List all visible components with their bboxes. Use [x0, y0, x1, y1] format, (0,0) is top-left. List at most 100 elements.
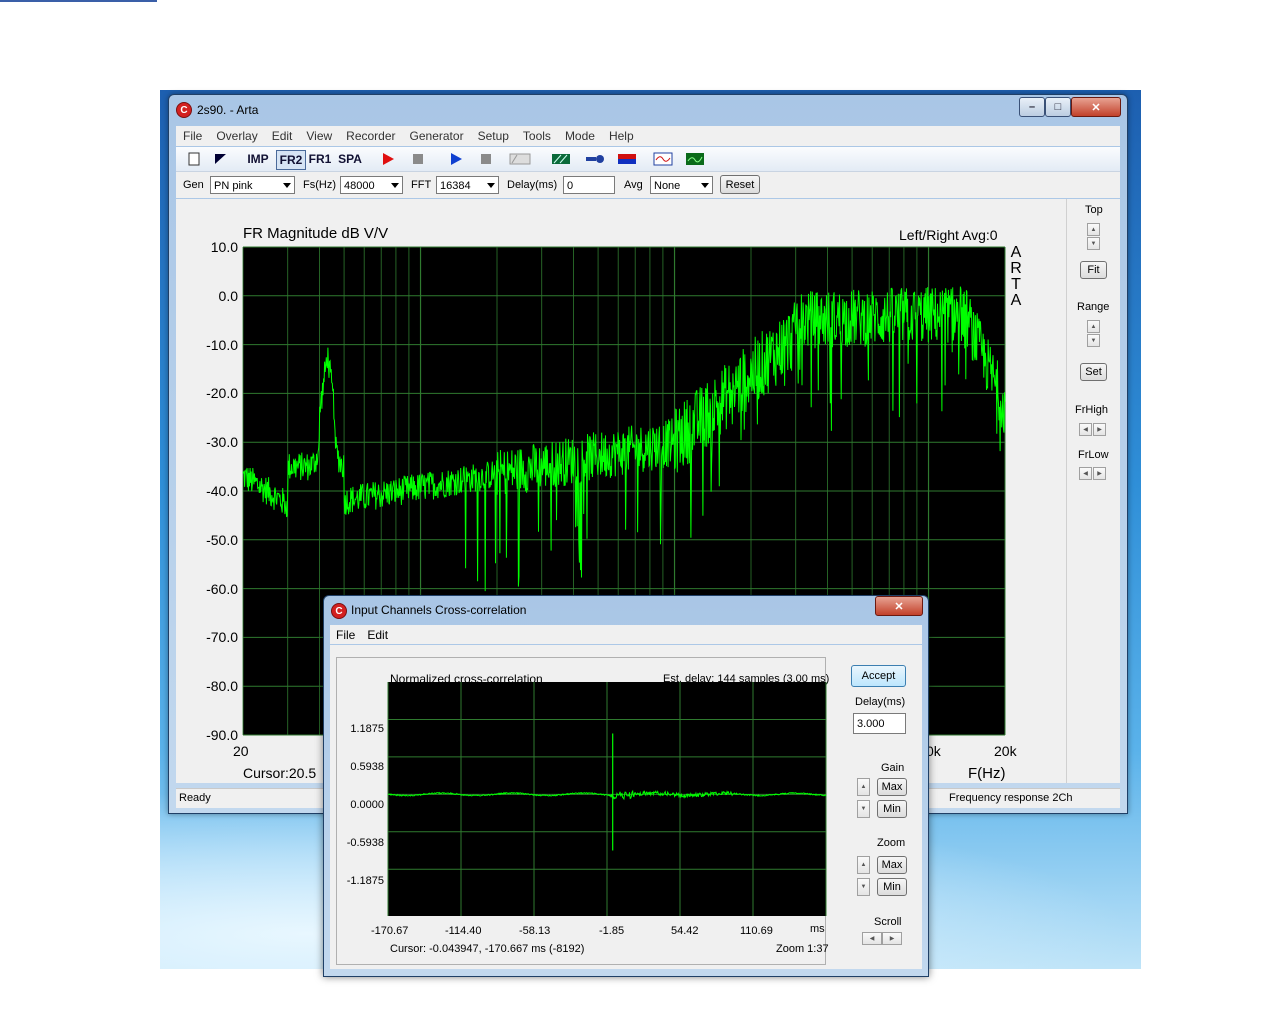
- meter-icon[interactable]: [616, 150, 638, 168]
- frhigh-label: FrHigh: [1075, 404, 1109, 416]
- menu-help[interactable]: Help: [602, 129, 641, 143]
- open-icon[interactable]: [212, 150, 228, 168]
- scroll-right-arrow-icon[interactable]: ▶: [882, 932, 902, 945]
- xc-y-tick-3: 0.0000: [350, 799, 384, 811]
- y-tick-0: 0.0: [218, 288, 238, 304]
- avg-label: Avg: [624, 179, 643, 191]
- range-up-arrow-icon[interactable]: ▲: [1087, 320, 1100, 333]
- y-tick-m40: -40.0: [206, 483, 238, 499]
- watermark-r: R: [1010, 260, 1022, 277]
- watermark-a2: A: [1010, 292, 1022, 309]
- menu-mode[interactable]: Mode: [558, 129, 602, 143]
- fs-select[interactable]: 48000: [340, 176, 403, 194]
- oscilloscope-icon[interactable]: [652, 150, 674, 168]
- probe-icon[interactable]: [584, 150, 606, 168]
- y-tick-m30: -30.0: [206, 434, 238, 450]
- menu-view[interactable]: View: [299, 129, 339, 143]
- gen-value: PN pink: [214, 180, 253, 192]
- dialog-menu-bar: File Edit: [330, 625, 922, 644]
- side-panel: Top ▲ ▼ Fit Range ▲ ▼ Set FrHigh ◀ ▶ FrL…: [1066, 199, 1121, 783]
- fft-select[interactable]: 16384: [436, 176, 499, 194]
- y-tick-m70: -70.0: [206, 629, 238, 645]
- spa-button[interactable]: SPA: [338, 150, 362, 168]
- app-icon: C: [176, 102, 192, 118]
- gain-down-arrow-icon[interactable]: ▼: [857, 800, 870, 818]
- hatch-icon[interactable]: [550, 150, 572, 168]
- menu-file[interactable]: File: [176, 129, 209, 143]
- close-button[interactable]: ✕: [1071, 97, 1121, 117]
- new-file-icon[interactable]: [186, 150, 202, 168]
- imp-button[interactable]: IMP: [246, 150, 270, 168]
- menu-tools[interactable]: Tools: [516, 129, 558, 143]
- x-axis-label: F(Hz): [968, 765, 1006, 782]
- fit-button[interactable]: Fit: [1080, 261, 1107, 279]
- set-button[interactable]: Set: [1080, 363, 1107, 381]
- generator-play-icon[interactable]: [448, 150, 464, 168]
- window-title: 2s90. - Arta: [197, 103, 259, 117]
- fs-label: Fs(Hz): [303, 179, 336, 191]
- avg-select[interactable]: None: [650, 176, 713, 194]
- status-mode: Frequency response 2Ch: [949, 792, 1073, 804]
- dialog-close-button[interactable]: ✕: [875, 596, 923, 616]
- dialog-menu-edit[interactable]: Edit: [361, 628, 394, 642]
- gain-label: Gain: [881, 762, 905, 774]
- watermark-t: T: [1011, 276, 1021, 293]
- scroll-left-arrow-icon[interactable]: ◀: [862, 932, 882, 945]
- xc-y-tick-4: -0.5938: [346, 837, 384, 849]
- frlow-left-arrow-icon[interactable]: ◀: [1079, 467, 1092, 480]
- zoom-down-arrow-icon[interactable]: ▼: [857, 878, 870, 896]
- dialog-delay-input[interactable]: 3.000: [853, 713, 906, 734]
- top-accent-line: [0, 0, 157, 2]
- fr2-button[interactable]: FR2: [276, 150, 306, 170]
- frhigh-left-arrow-icon[interactable]: ◀: [1079, 423, 1092, 436]
- spectrum-icon[interactable]: [684, 150, 706, 168]
- menu-generator[interactable]: Generator: [403, 129, 471, 143]
- xc-zoom-readout: Zoom 1:37: [776, 943, 829, 955]
- y-tick-m10: -10.0: [206, 337, 238, 353]
- watermark-a1: A: [1010, 244, 1022, 261]
- zoom-up-arrow-icon[interactable]: ▲: [857, 856, 870, 874]
- record-stop-icon[interactable]: [410, 150, 426, 168]
- reset-button[interactable]: Reset: [720, 175, 760, 194]
- generator-stop-icon[interactable]: [478, 150, 494, 168]
- top-down-arrow-icon[interactable]: ▼: [1087, 237, 1100, 250]
- abc-icon[interactable]: [508, 150, 532, 168]
- frlow-right-arrow-icon[interactable]: ▶: [1093, 467, 1106, 480]
- gain-max-button[interactable]: Max: [877, 778, 907, 796]
- fs-value: 48000: [344, 180, 375, 192]
- gain-up-arrow-icon[interactable]: ▲: [857, 778, 870, 796]
- xc-x-tick-6: 110.69: [740, 925, 773, 937]
- frlow-label: FrLow: [1078, 449, 1109, 461]
- delay-input[interactable]: 0: [563, 176, 615, 194]
- top-up-arrow-icon[interactable]: ▲: [1087, 223, 1100, 236]
- gain-min-button[interactable]: Min: [877, 800, 907, 818]
- menu-setup[interactable]: Setup: [471, 129, 516, 143]
- arta-watermark: A R T A: [1010, 245, 1022, 309]
- range-label: Range: [1077, 301, 1110, 313]
- accept-button[interactable]: Accept: [851, 665, 906, 687]
- xc-y-tick-2: 0.5938: [350, 761, 384, 773]
- menu-overlay[interactable]: Overlay: [209, 129, 264, 143]
- zoom-min-button[interactable]: Min: [877, 878, 907, 896]
- scroll-label: Scroll: [874, 916, 902, 928]
- minimize-button[interactable]: –: [1019, 97, 1045, 117]
- fft-value: 16384: [440, 180, 471, 192]
- xc-x-tick-1: -170.67: [371, 925, 409, 937]
- maximize-button[interactable]: □: [1045, 97, 1071, 117]
- dialog-menu-file[interactable]: File: [330, 628, 361, 642]
- menu-recorder[interactable]: Recorder: [339, 129, 402, 143]
- frhigh-right-arrow-icon[interactable]: ▶: [1093, 423, 1106, 436]
- avg-value: None: [654, 180, 681, 192]
- gen-select[interactable]: PN pink: [210, 176, 295, 194]
- xc-y-tick-5: -1.1875: [346, 875, 384, 887]
- y-tick-m80: -80.0: [206, 678, 238, 694]
- zoom-max-button[interactable]: Max: [877, 856, 907, 874]
- y-tick-m50: -50.0: [206, 532, 238, 548]
- range-down-arrow-icon[interactable]: ▼: [1087, 334, 1100, 347]
- xc-y-tick-1: 1.1875: [350, 723, 384, 735]
- xcorr-chart[interactable]: [330, 645, 830, 965]
- fr1-button[interactable]: FR1: [308, 150, 332, 168]
- record-play-icon[interactable]: [380, 150, 396, 168]
- menu-edit[interactable]: Edit: [265, 129, 300, 143]
- xc-x-tick-4: -1.85: [599, 925, 625, 937]
